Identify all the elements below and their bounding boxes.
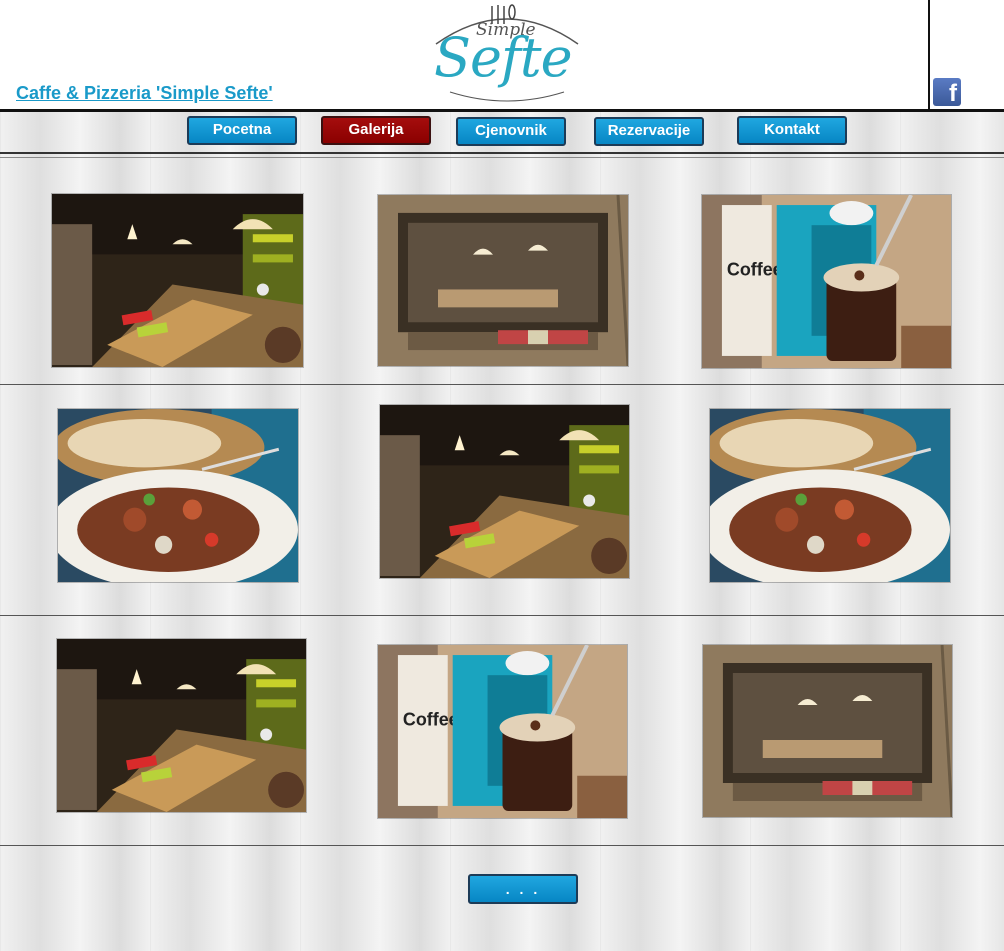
load-more-button[interactable]: . . . (468, 874, 578, 904)
gallery-photo-salad-dish[interactable] (710, 409, 950, 582)
restaurant-interior-image (380, 405, 629, 578)
salad-dish-image (710, 409, 950, 582)
facebook-icon[interactable]: f (933, 78, 961, 107)
window-view-image (703, 645, 952, 817)
gallery-photo-window-view[interactable] (378, 195, 628, 366)
gallery-photo-restaurant-interior[interactable] (57, 639, 306, 812)
window-view-image (378, 195, 628, 366)
coffee-and-menu-image: Coffee (702, 195, 951, 368)
salad-dish-image (58, 409, 298, 582)
nav-rezervacije-button[interactable]: Rezervacije (594, 117, 704, 146)
nav-cjenovnik-button[interactable]: Cjenovnik (456, 117, 566, 146)
gallery-photo-salad-dish[interactable] (58, 409, 298, 582)
restaurant-interior-image (57, 639, 306, 812)
svg-text:Coffee: Coffee (727, 259, 783, 279)
gallery-photo-restaurant-interior[interactable] (52, 194, 303, 367)
nav-pocetna-button[interactable]: Pocetna (187, 116, 297, 145)
nav-kontakt-button[interactable]: Kontakt (737, 116, 847, 145)
gallery-photo-window-view[interactable] (703, 645, 952, 817)
nav-galerija-button[interactable]: Galerija (321, 116, 431, 145)
gallery-photo-restaurant-interior[interactable] (380, 405, 629, 578)
restaurant-interior-image (52, 194, 303, 367)
gallery-photo-coffee-and-menu[interactable]: Coffee (702, 195, 951, 368)
gallery-photo-coffee-and-menu[interactable]: Coffee (378, 645, 627, 818)
header-divider (928, 0, 930, 111)
coffee-and-menu-image: Coffee (378, 645, 627, 818)
gallery-row-divider (0, 845, 1004, 846)
logo-main-text: Sefte (434, 26, 573, 89)
nav-divider (0, 152, 1004, 154)
gallery-row-divider (0, 384, 1004, 385)
svg-text:Coffee: Coffee (403, 709, 459, 729)
nav-divider-thin (0, 157, 1004, 158)
gallery-row-divider (0, 615, 1004, 616)
header-bottom-border (0, 109, 1004, 112)
site-logo[interactable]: Simple Sefte (430, 2, 584, 102)
site-title-link[interactable]: Caffe & Pizzeria 'Simple Sefte' (16, 83, 273, 104)
